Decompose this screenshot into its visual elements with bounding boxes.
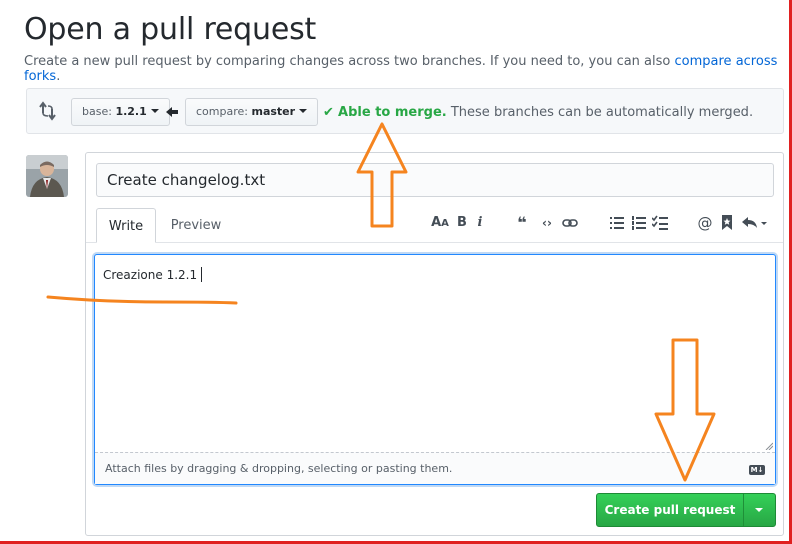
merge-status: ✔ Able to merge. These branches can be a…	[323, 105, 753, 120]
subtitle-suffix: .	[56, 69, 61, 84]
comment-body-value: Creazione 1.2.1	[103, 268, 198, 282]
base-label: base:	[82, 105, 112, 118]
merge-description: These branches can be automatically merg…	[450, 105, 754, 120]
quote-icon[interactable]: ❝	[514, 214, 530, 232]
chevron-down-icon	[150, 109, 159, 113]
numbered-list-icon[interactable]	[632, 216, 646, 230]
code-icon[interactable]: ‹›	[538, 214, 556, 232]
chevron-down-icon	[299, 109, 308, 113]
base-branch-value: 1.2.1	[115, 105, 147, 118]
markdown-icon[interactable]: M↓	[749, 465, 765, 475]
reference-icon[interactable]	[721, 215, 733, 230]
avatar[interactable]	[26, 155, 68, 197]
task-list-icon[interactable]	[652, 215, 668, 230]
compare-branch-selector[interactable]: compare: master	[185, 98, 319, 126]
pull-request-title-input[interactable]	[96, 163, 774, 197]
chevron-down-icon	[755, 508, 763, 512]
text-cursor	[201, 267, 203, 282]
compare-branch-value: master	[251, 105, 296, 118]
check-icon: ✔	[323, 105, 334, 120]
resize-handle[interactable]	[765, 442, 773, 450]
base-branch-selector[interactable]: base: 1.2.1	[71, 98, 170, 126]
create-options-dropdown[interactable]	[744, 494, 775, 526]
tab-preview[interactable]: Preview	[162, 208, 230, 243]
header-icon[interactable]: AA	[430, 214, 450, 233]
bold-icon[interactable]: B	[454, 214, 470, 232]
italic-icon[interactable]: i	[474, 214, 486, 232]
bulleted-list-icon[interactable]	[610, 216, 624, 230]
pull-request-form: Write Preview AA B i ❝ ‹› @ Creazione 1.…	[85, 152, 784, 536]
page-title: Open a pull request	[24, 12, 317, 47]
compare-label: compare:	[196, 105, 248, 118]
git-compare-icon[interactable]	[39, 101, 57, 121]
tab-write[interactable]: Write	[96, 208, 156, 243]
create-pull-request-button[interactable]: Create pull request	[596, 493, 776, 527]
comment-body-textarea[interactable]: Creazione 1.2.1 Attach files by dragging…	[94, 254, 776, 485]
page-subtitle: Create a new pull request by comparing c…	[24, 54, 792, 84]
comment-body-text[interactable]: Creazione 1.2.1	[103, 267, 203, 282]
merge-ok-label: Able to merge.	[338, 105, 447, 120]
file-attachment-dropzone[interactable]: Attach files by dragging & dropping, sel…	[95, 452, 775, 484]
attach-hint: Attach files by dragging & dropping, sel…	[105, 462, 453, 475]
mention-icon[interactable]: @	[697, 214, 713, 232]
branch-range-bar: base: 1.2.1 compare: master ✔ Able to me…	[26, 88, 784, 134]
link-icon[interactable]	[562, 217, 578, 229]
reply-icon[interactable]	[742, 216, 768, 230]
create-pull-request-label: Create pull request	[604, 503, 736, 517]
arrow-left-icon	[166, 107, 178, 117]
subtitle-text: Create a new pull request by comparing c…	[24, 54, 671, 69]
